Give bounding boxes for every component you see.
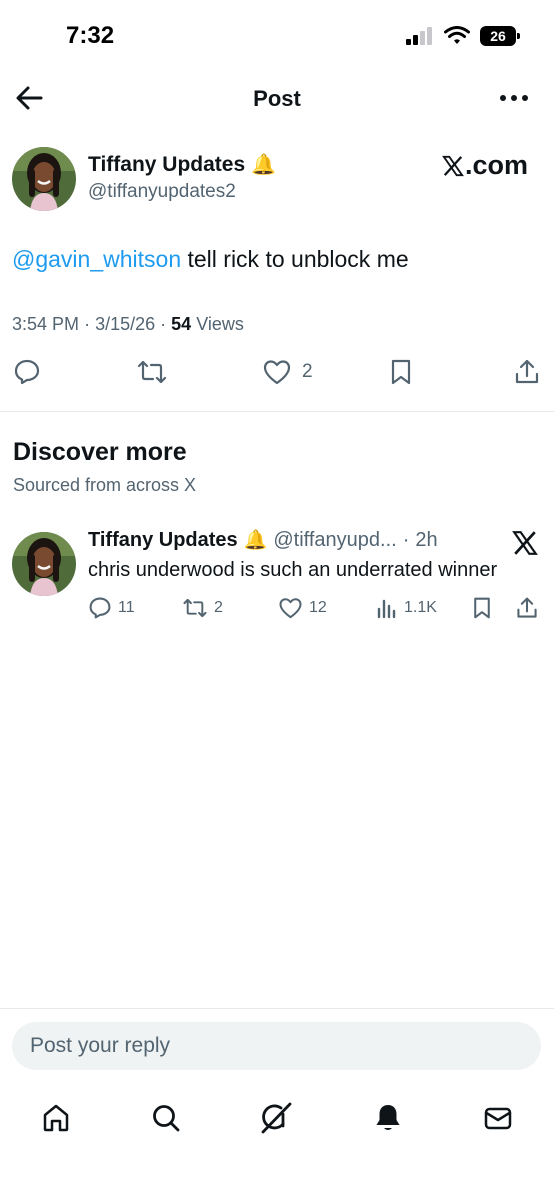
x-logo-icon	[512, 531, 538, 555]
feed-bookmark-button[interactable]	[471, 596, 493, 620]
views-count[interactable]: 54	[171, 314, 191, 334]
reply-placeholder: Post your reply	[30, 1034, 171, 1057]
views-chart-icon	[377, 599, 396, 619]
post-author-row[interactable]: Tiffany Updates 🔔	[88, 152, 276, 177]
share-button[interactable]	[513, 358, 541, 386]
feed-views-count: 1.1K	[404, 599, 437, 616]
feed-source-logo	[512, 530, 538, 556]
status-bar: 7:32 26	[0, 0, 554, 72]
post-author-avatar[interactable]	[12, 147, 76, 211]
post-author-name: Tiffany Updates	[88, 152, 246, 176]
nav-search[interactable]	[146, 1098, 186, 1138]
home-icon	[43, 1104, 69, 1132]
meta-separator: ·	[160, 314, 172, 334]
post-actions: 2	[0, 356, 554, 394]
nav-grok[interactable]	[256, 1098, 296, 1138]
source-badge: .com	[442, 150, 528, 181]
bell-emoji: 🔔	[251, 154, 277, 176]
repost-button[interactable]	[136, 358, 168, 386]
share-icon	[517, 597, 537, 618]
x-logo-icon	[442, 155, 464, 176]
feed-post-header[interactable]: Tiffany Updates 🔔 @tiffanyupd... · 2h	[88, 528, 438, 552]
feed-author-avatar[interactable]	[12, 532, 76, 596]
comment-icon	[89, 597, 111, 619]
mention-link[interactable]: @gavin_whitson	[12, 246, 181, 272]
bell-emoji: 🔔	[243, 530, 268, 551]
bookmark-button[interactable]	[388, 358, 414, 386]
post-time: 3:54 PM	[12, 314, 80, 334]
post-date: 3/15/26	[95, 314, 156, 334]
wifi-icon	[444, 26, 470, 44]
status-icons: 26	[406, 26, 520, 46]
bookmark-icon	[474, 597, 490, 619]
nav-messages[interactable]	[478, 1098, 518, 1138]
discover-title: Discover more	[13, 438, 187, 466]
cellular-signal-icon	[406, 27, 432, 45]
grok-icon	[261, 1102, 292, 1134]
like-count: 2	[302, 361, 313, 382]
feed-views-button[interactable]: 1.1K	[376, 596, 437, 620]
search-icon	[153, 1105, 180, 1132]
post-header: Post	[0, 72, 554, 124]
feed-separator: ·	[402, 528, 410, 551]
bell-icon	[376, 1105, 400, 1130]
comment-icon	[14, 359, 40, 385]
meta-separator: ·	[84, 314, 96, 334]
page-title: Post	[253, 86, 301, 111]
bottom-nav	[0, 1090, 554, 1146]
heart-icon	[263, 360, 291, 385]
source-badge-text: .com	[464, 150, 528, 180]
more-options-button[interactable]	[498, 86, 530, 110]
views-label: Views	[196, 314, 244, 334]
nav-home[interactable]	[36, 1098, 76, 1138]
avatar-photo	[12, 532, 76, 596]
feed-author-handle: @tiffanyupd...	[273, 528, 397, 551]
battery-level: 26	[490, 28, 506, 44]
post-author-handle: @tiffanyupdates2	[88, 181, 236, 202]
feed-author-name: Tiffany Updates	[88, 528, 238, 551]
feed-repost-button[interactable]: 2	[182, 596, 223, 620]
share-icon	[515, 359, 539, 384]
post-body: tell rick to unblock me	[181, 246, 409, 272]
more-icon	[500, 95, 528, 101]
avatar-photo	[12, 147, 76, 211]
feed-like-button[interactable]: 12	[278, 596, 327, 620]
feed-post-text[interactable]: chris underwood is such an underrated wi…	[88, 559, 497, 582]
reply-divider	[0, 1008, 554, 1009]
discover-subtitle: Sourced from across X	[13, 475, 197, 495]
feed-repost-count: 2	[214, 599, 223, 616]
feed-reply-count: 11	[118, 599, 135, 616]
post-meta: 3:54 PM · 3/15/26 · 54 Views	[12, 314, 244, 335]
mail-icon	[484, 1107, 512, 1130]
section-divider	[0, 411, 554, 412]
nav-notifications[interactable]	[368, 1098, 408, 1138]
feed-post-age: 2h	[415, 528, 438, 551]
bookmark-icon	[391, 359, 411, 385]
feed-like-count: 12	[309, 599, 327, 616]
repost-icon	[137, 360, 167, 384]
heart-icon	[279, 598, 302, 619]
like-button[interactable]: 2	[262, 358, 313, 386]
status-time: 7:32	[66, 22, 115, 49]
repost-icon	[183, 598, 207, 618]
post-text: @gavin_whitson tell rick to unblock me	[12, 246, 409, 273]
feed-share-button[interactable]	[515, 596, 539, 620]
feed-reply-button[interactable]: 11	[88, 596, 135, 620]
reply-input[interactable]: Post your reply	[12, 1022, 541, 1070]
battery-icon: 26	[480, 26, 520, 46]
reply-button[interactable]	[13, 358, 41, 386]
